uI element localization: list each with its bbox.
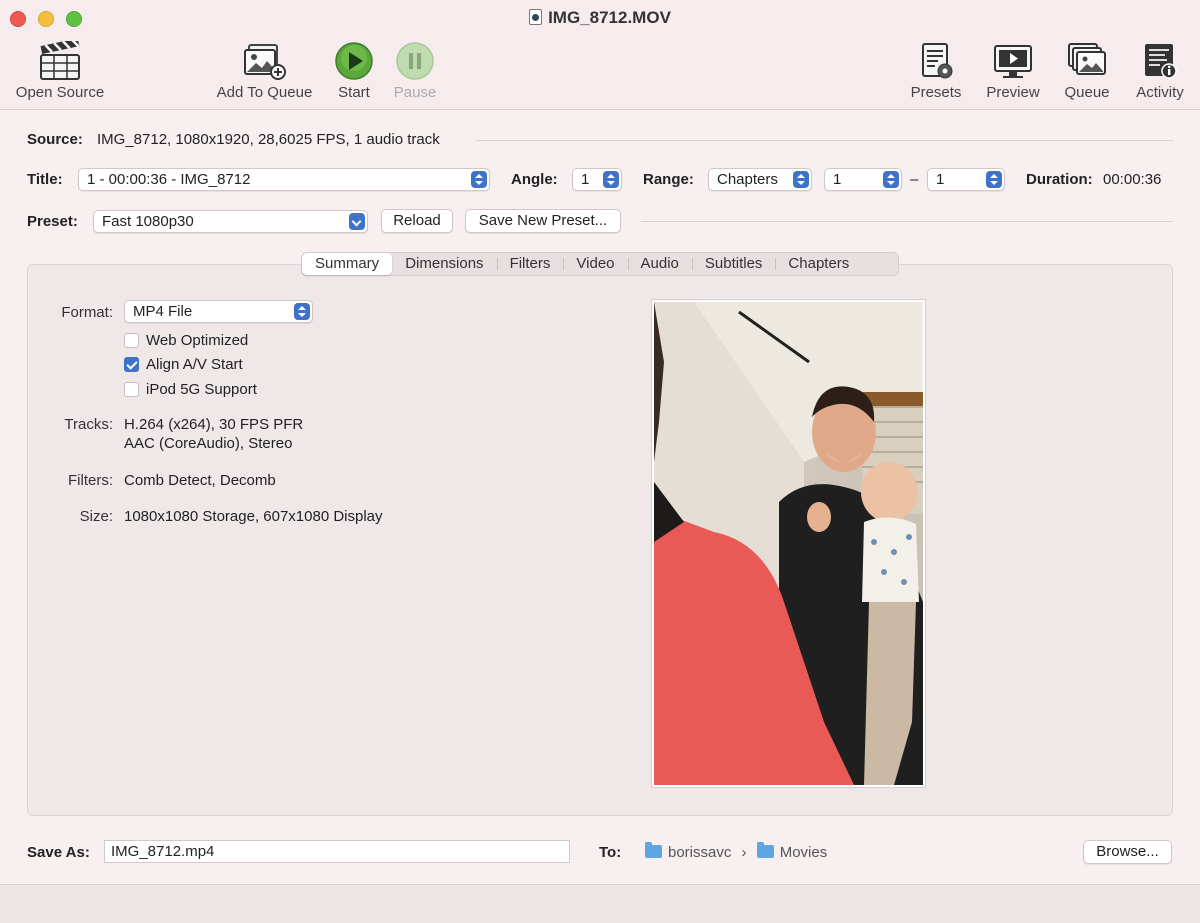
- presets-button[interactable]: Presets: [906, 38, 966, 101]
- up-down-arrows-icon: [471, 171, 487, 188]
- add-to-queue-icon: [243, 44, 286, 80]
- web-optimized-label: Web Optimized: [146, 332, 249, 349]
- size-label: Size:: [79, 508, 113, 525]
- range-dash: –: [910, 171, 919, 188]
- activity-button[interactable]: Activity: [1130, 38, 1190, 101]
- duration-value: 00:00:36: [1103, 171, 1162, 188]
- size-value: 1080x1080 Storage, 607x1080 Display: [124, 508, 383, 525]
- save-as-label: Save As:: [27, 844, 90, 861]
- ipod-checkbox[interactable]: [124, 382, 139, 397]
- window-title: IMG_8712.MOV: [0, 8, 1200, 28]
- tab-filters[interactable]: Filters: [496, 253, 564, 275]
- play-icon: [335, 42, 373, 80]
- to-label: To:: [599, 844, 622, 861]
- toolbar: IMG_8712.MOV Open Source Add To Queue St…: [0, 0, 1200, 110]
- clapperboard-icon: [40, 41, 80, 80]
- title-label: Title:: [27, 171, 63, 188]
- source-divider: [476, 140, 1173, 141]
- browse-button[interactable]: Browse...: [1083, 840, 1172, 864]
- up-down-arrows-icon: [793, 171, 809, 188]
- range-type-popup[interactable]: Chapters: [708, 168, 812, 191]
- monitor-play-icon: [994, 45, 1032, 78]
- tab-video[interactable]: Video: [563, 253, 627, 275]
- angle-label: Angle:: [511, 171, 558, 188]
- save-new-preset-button[interactable]: Save New Preset...: [465, 209, 621, 233]
- up-down-arrows-icon: [294, 303, 310, 320]
- reload-button[interactable]: Reload: [381, 209, 453, 233]
- range-start-popup[interactable]: 1: [824, 168, 902, 191]
- up-down-arrows-icon: [883, 171, 899, 188]
- format-popup[interactable]: MP4 File: [124, 300, 313, 323]
- video-preview-thumbnail[interactable]: [652, 300, 925, 787]
- preset-label: Preset:: [27, 213, 78, 230]
- up-down-arrows-icon: [986, 171, 1002, 188]
- filters-value: Comb Detect, Decomb: [124, 472, 276, 489]
- angle-popup[interactable]: 1: [572, 168, 622, 191]
- source-info: IMG_8712, 1080x1920, 28,6025 FPS, 1 audi…: [97, 131, 440, 148]
- activity-log-icon: [1145, 44, 1177, 79]
- web-optimized-checkbox[interactable]: [124, 333, 139, 348]
- duration-label: Duration:: [1026, 171, 1093, 188]
- tab-bar: Summary Dimensions Filters Video Audio S…: [301, 252, 899, 276]
- align-av-label: Align A/V Start: [146, 356, 243, 373]
- queue-stack-icon: [1068, 43, 1106, 75]
- tracks-label: Tracks:: [64, 416, 113, 433]
- status-bar: [0, 884, 1200, 923]
- tab-subtitles[interactable]: Subtitles: [691, 253, 776, 275]
- align-av-checkbox[interactable]: [124, 357, 139, 372]
- open-source-button[interactable]: Open Source: [13, 38, 107, 101]
- preset-divider: [641, 221, 1173, 222]
- folder-icon: [756, 842, 774, 858]
- up-down-arrows-icon: [603, 171, 619, 188]
- filters-label: Filters:: [68, 472, 113, 489]
- add-to-queue-button[interactable]: Add To Queue: [213, 38, 316, 101]
- presets-gear-icon: [922, 43, 953, 79]
- range-end-popup[interactable]: 1: [927, 168, 1005, 191]
- start-button[interactable]: Start: [332, 38, 376, 101]
- preview-button[interactable]: Preview: [983, 38, 1043, 101]
- range-label: Range:: [643, 171, 694, 188]
- tab-chapters[interactable]: Chapters: [775, 253, 862, 275]
- title-popup[interactable]: 1 - 00:00:36 - IMG_8712: [78, 168, 490, 191]
- tab-summary[interactable]: Summary: [302, 253, 393, 275]
- queue-button[interactable]: Queue: [1061, 38, 1113, 101]
- movie-file-icon: [529, 9, 543, 25]
- save-as-field[interactable]: IMG_8712.mp4: [104, 840, 570, 863]
- tracks-audio: AAC (CoreAudio), Stereo: [124, 435, 293, 452]
- ipod-label: iPod 5G Support: [146, 381, 257, 398]
- destination-path[interactable]: borissavc › Movies: [645, 842, 827, 861]
- preview-photo: [654, 302, 923, 785]
- app-window: IMG_8712.MOV Open Source Add To Queue St…: [0, 0, 1200, 923]
- source-label: Source:: [27, 131, 83, 148]
- tab-audio[interactable]: Audio: [627, 253, 692, 275]
- preset-popup[interactable]: Fast 1080p30: [93, 210, 368, 233]
- tab-dimensions[interactable]: Dimensions: [392, 253, 496, 275]
- tracks-video: H.264 (x264), 30 FPS PFR: [124, 416, 304, 433]
- chevron-down-icon: [349, 213, 365, 230]
- format-label: Format:: [61, 304, 113, 321]
- pause-icon: [396, 42, 434, 80]
- folder-icon: [645, 842, 662, 858]
- pause-button[interactable]: Pause: [391, 38, 439, 101]
